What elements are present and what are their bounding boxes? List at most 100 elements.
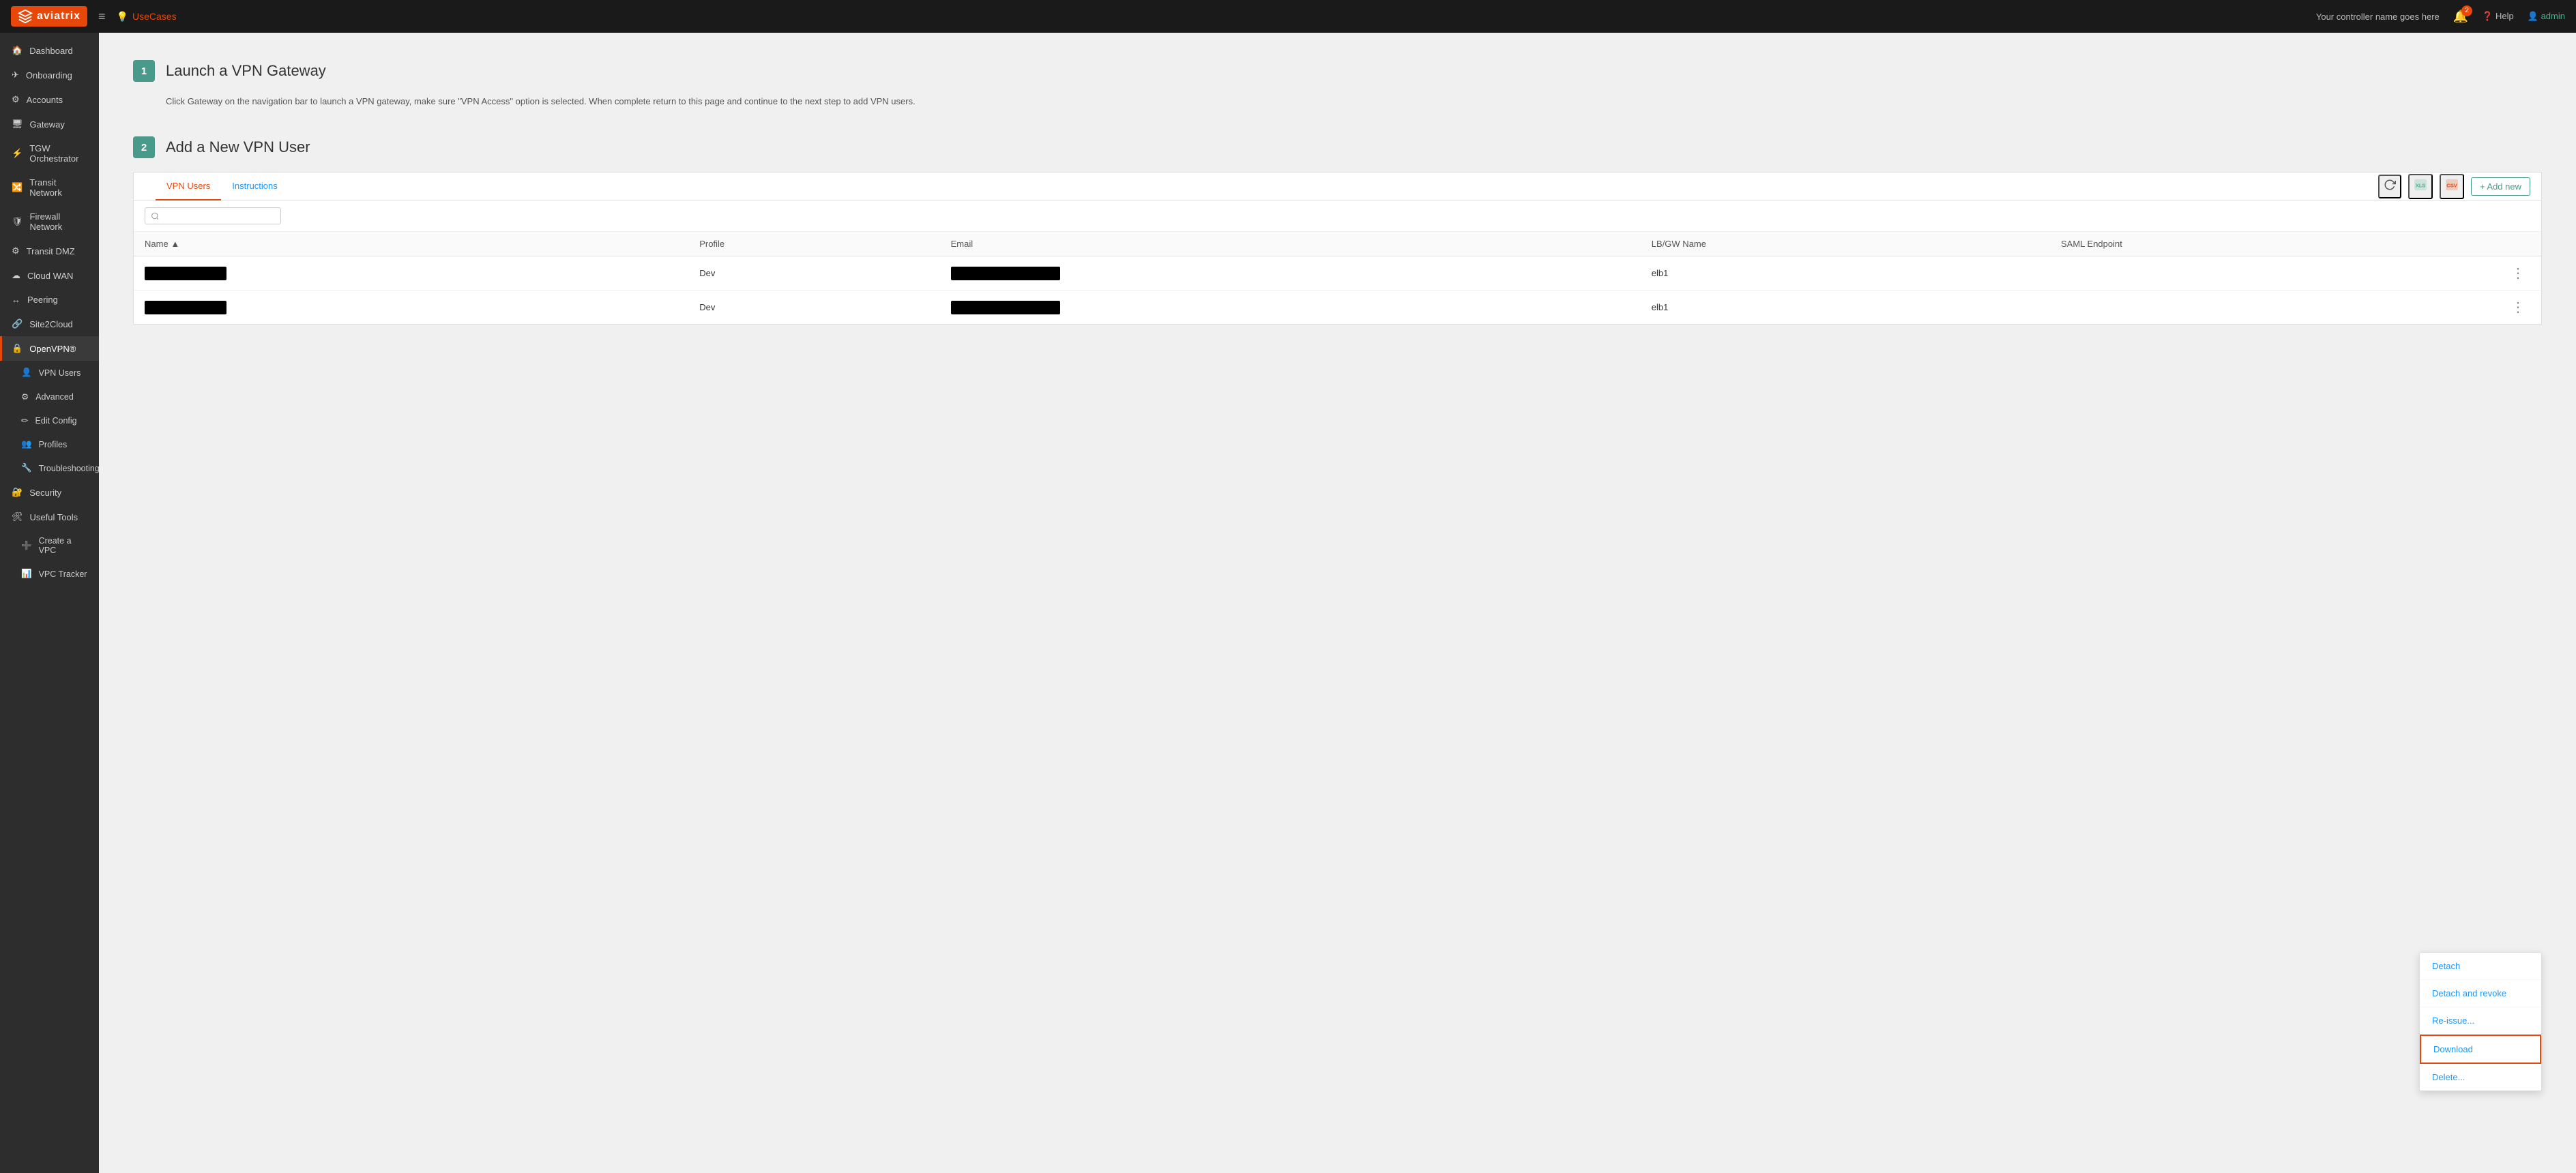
context-menu-detach-revoke[interactable]: Detach and revoke [2420, 980, 2541, 1007]
step1-header: 1 Launch a VPN Gateway [133, 60, 2542, 82]
sidebar-item-label: Site2Cloud [29, 319, 73, 329]
export-icon-1: XLS [2414, 178, 2427, 192]
vpn-users-table-section: VPN Users Instructions [133, 172, 2542, 325]
menu-icon[interactable]: ≡ [98, 10, 106, 24]
sidebar-item-edit-config[interactable]: ✏ Edit Config [0, 409, 99, 432]
sidebar-item-label: Onboarding [26, 70, 72, 80]
sidebar-item-label: Useful Tools [30, 512, 78, 522]
row-actions-button-2[interactable]: ⋮ [2506, 297, 2530, 317]
logo[interactable]: aviatrix [11, 6, 87, 27]
row-actions-button-1[interactable]: ⋮ [2506, 263, 2530, 283]
context-menu-detach[interactable]: Detach [2420, 953, 2541, 980]
tab-instructions[interactable]: Instructions [221, 173, 288, 201]
table-toolbar-actions: XLS CSV + Add new [2378, 174, 2530, 199]
sort-icon: ▲ [171, 239, 179, 249]
search-icon [151, 211, 160, 221]
sidebar-item-label: VPN Users [39, 368, 81, 378]
help-link[interactable]: ❓ Help [2482, 11, 2514, 22]
advanced-icon: ⚙ [21, 391, 29, 402]
sidebar-item-label: Peering [27, 295, 58, 305]
context-menu-reissue[interactable]: Re-issue... [2420, 1007, 2541, 1035]
svg-text:CSV: CSV [2446, 182, 2457, 188]
cell-email [940, 291, 1641, 325]
sidebar-item-accounts[interactable]: ⚙ Accounts [0, 87, 99, 112]
search-bar [134, 201, 2541, 232]
context-menu-delete[interactable]: Delete... [2420, 1064, 2541, 1090]
sidebar-item-openvpn[interactable]: 🔒 OpenVPN® [0, 336, 99, 361]
search-input[interactable] [164, 211, 275, 221]
use-cases-label: UseCases [132, 11, 177, 22]
sidebar-item-transit-network[interactable]: 🔀 Transit Network [0, 170, 99, 205]
cell-name [134, 291, 688, 325]
onboarding-icon: ✈ [12, 70, 19, 80]
sidebar-item-label: Accounts [27, 95, 63, 105]
cell-name [134, 256, 688, 291]
vpc-icon: ➕ [21, 541, 32, 551]
cell-saml [2050, 291, 2495, 325]
sidebar-item-peering[interactable]: ↔ Peering [0, 288, 99, 312]
sidebar-item-dashboard[interactable]: 🏠 Dashboard [0, 38, 99, 63]
notification-bell[interactable]: 🔔 2 [2453, 10, 2468, 24]
tab-vpn-users[interactable]: VPN Users [156, 173, 221, 201]
step1-title: Launch a VPN Gateway [166, 62, 326, 80]
redacted-name-2 [145, 301, 226, 314]
main-content: 1 Launch a VPN Gateway Click Gateway on … [99, 33, 2576, 1173]
col-profile: Profile [688, 232, 939, 256]
step1-description: Click Gateway on the navigation bar to l… [166, 94, 2542, 109]
svg-text:XLS: XLS [2416, 182, 2426, 188]
context-menu: Detach Detach and revoke Re-issue... Dow… [2419, 952, 2542, 1091]
vpn-icon: 🔒 [12, 343, 23, 354]
sidebar-item-firewall-network[interactable]: 🛡 Firewall Network [0, 205, 99, 239]
cell-row-actions-2: ⋮ [2495, 291, 2541, 325]
table-row: Dev elb1 ⋮ [134, 256, 2541, 291]
firewall-icon: 🛡 [12, 216, 23, 227]
cell-profile: Dev [688, 291, 939, 325]
sidebar-item-gateway[interactable]: 🖥 Gateway [0, 112, 99, 136]
step2-badge: 2 [133, 136, 155, 158]
sidebar-item-label: Transit Network [29, 177, 89, 198]
admin-link[interactable]: 👤 admin [2528, 11, 2565, 22]
sidebar-item-advanced[interactable]: ⚙ Advanced [0, 385, 99, 409]
sidebar-item-cloud-wan[interactable]: ☁ Cloud WAN [0, 263, 99, 288]
profiles-icon: 👥 [21, 439, 32, 449]
sidebar-item-label: Dashboard [29, 46, 73, 56]
dmz-icon: ⚙ [12, 246, 20, 256]
export-button-2[interactable]: CSV [2440, 174, 2464, 199]
sidebar-item-site2cloud[interactable]: 🔗 Site2Cloud [0, 312, 99, 336]
step2-section: 2 Add a New VPN User VPN Users Instructi… [133, 136, 2542, 325]
cell-row-actions-1: ⋮ [2495, 256, 2541, 291]
sidebar-item-profiles[interactable]: 👥 Profiles [0, 432, 99, 456]
sidebar-item-onboarding[interactable]: ✈ Onboarding [0, 63, 99, 87]
sidebar-item-vpn-users[interactable]: 👤 VPN Users [0, 361, 99, 385]
transit-icon: 🔀 [12, 182, 23, 193]
security-icon: 🔐 [12, 487, 23, 498]
sidebar-item-transit-dmz[interactable]: ⚙ Transit DMZ [0, 239, 99, 263]
export-icon-2: CSV [2445, 178, 2459, 192]
peering-icon: ↔ [12, 295, 20, 305]
sidebar-item-label: Troubleshooting [39, 464, 99, 473]
redacted-email-1 [951, 267, 1060, 280]
notification-badge: 2 [2461, 5, 2472, 16]
add-new-button[interactable]: + Add new [2471, 177, 2530, 196]
context-menu-download[interactable]: Download [2420, 1035, 2541, 1064]
sidebar-item-label: Edit Config [35, 416, 76, 426]
col-email: Email [940, 232, 1641, 256]
tools-icon: 🛠 [12, 511, 23, 522]
tracker-icon: 📊 [21, 569, 32, 579]
use-cases-link[interactable]: 💡 UseCases [117, 11, 177, 23]
sidebar-item-tgw[interactable]: ⚡ TGW Orchestrator [0, 136, 99, 170]
sidebar-item-label: Security [29, 488, 61, 498]
cell-lb-gw: elb1 [1641, 291, 2050, 325]
sidebar: 🏠 Dashboard ✈ Onboarding ⚙ Accounts 🖥 Ga… [0, 33, 99, 1173]
sidebar-item-vpc-tracker[interactable]: 📊 VPC Tracker [0, 562, 99, 586]
step1-badge: 1 [133, 60, 155, 82]
sidebar-item-label: VPC Tracker [39, 569, 87, 579]
sidebar-item-troubleshooting[interactable]: 🔧 Troubleshooting [0, 456, 99, 480]
accounts-icon: ⚙ [12, 94, 20, 105]
sidebar-item-security[interactable]: 🔐 Security [0, 480, 99, 505]
export-button-1[interactable]: XLS [2408, 174, 2433, 199]
sidebar-item-useful-tools[interactable]: 🛠 Useful Tools [0, 505, 99, 529]
sidebar-item-create-vpc[interactable]: ➕ Create a VPC [0, 529, 99, 562]
refresh-button[interactable] [2378, 175, 2401, 198]
use-cases-icon: 💡 [117, 11, 128, 23]
